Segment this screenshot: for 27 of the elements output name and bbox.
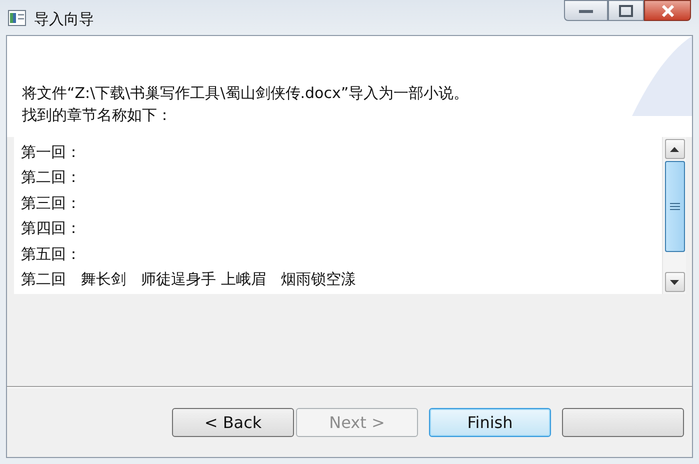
wizard-button[interactable]: [562, 408, 684, 437]
chapter-item[interactable]: 第二回：: [21, 165, 81, 191]
chapter-item[interactable]: 第二回 舞长剑 师徒逞身手 上峨眉 烟雨锁空漾: [21, 267, 356, 292]
chapter-item[interactable]: 第三回：: [21, 190, 81, 216]
chapter-item[interactable]: 第一回：: [21, 140, 81, 166]
scroll-up-button[interactable]: [664, 139, 684, 159]
chapter-list[interactable]: 第一回： 第二回： 第三回： 第四回： 第五回： 第二回 舞长剑 师徒逞身手 上峨眉 烟雨锁空漾: [14, 137, 686, 294]
wizard-button[interactable]: < Back: [172, 408, 294, 437]
down-arrow-icon: [670, 280, 679, 284]
scroll-down-button[interactable]: [664, 272, 684, 292]
up-arrow-icon: [670, 146, 679, 152]
wizard-button[interactable]: Finish: [429, 408, 551, 437]
maximize-button[interactable]: [608, 0, 644, 21]
chapter-item[interactable]: 第五回：: [21, 242, 81, 268]
app-icon: [8, 10, 26, 26]
instruction-text: 将文件“Z:\下载\书巢写作工具\蜀山剑侠传.docx”导入为一部小说。: [22, 83, 469, 104]
minimize-icon: [579, 8, 593, 12]
scroll-thumb[interactable]: [664, 161, 684, 252]
close-button[interactable]: [644, 0, 691, 21]
grip-icon: [670, 203, 680, 210]
close-icon: [660, 4, 676, 16]
scrollbar[interactable]: [662, 137, 686, 294]
window-title: 导入向导: [34, 9, 94, 30]
instruction-text: 找到的章节名称如下：: [22, 105, 172, 126]
minimize-button[interactable]: [564, 0, 608, 21]
maximize-icon: [619, 4, 633, 16]
chapter-item[interactable]: 第四回：: [21, 216, 81, 242]
